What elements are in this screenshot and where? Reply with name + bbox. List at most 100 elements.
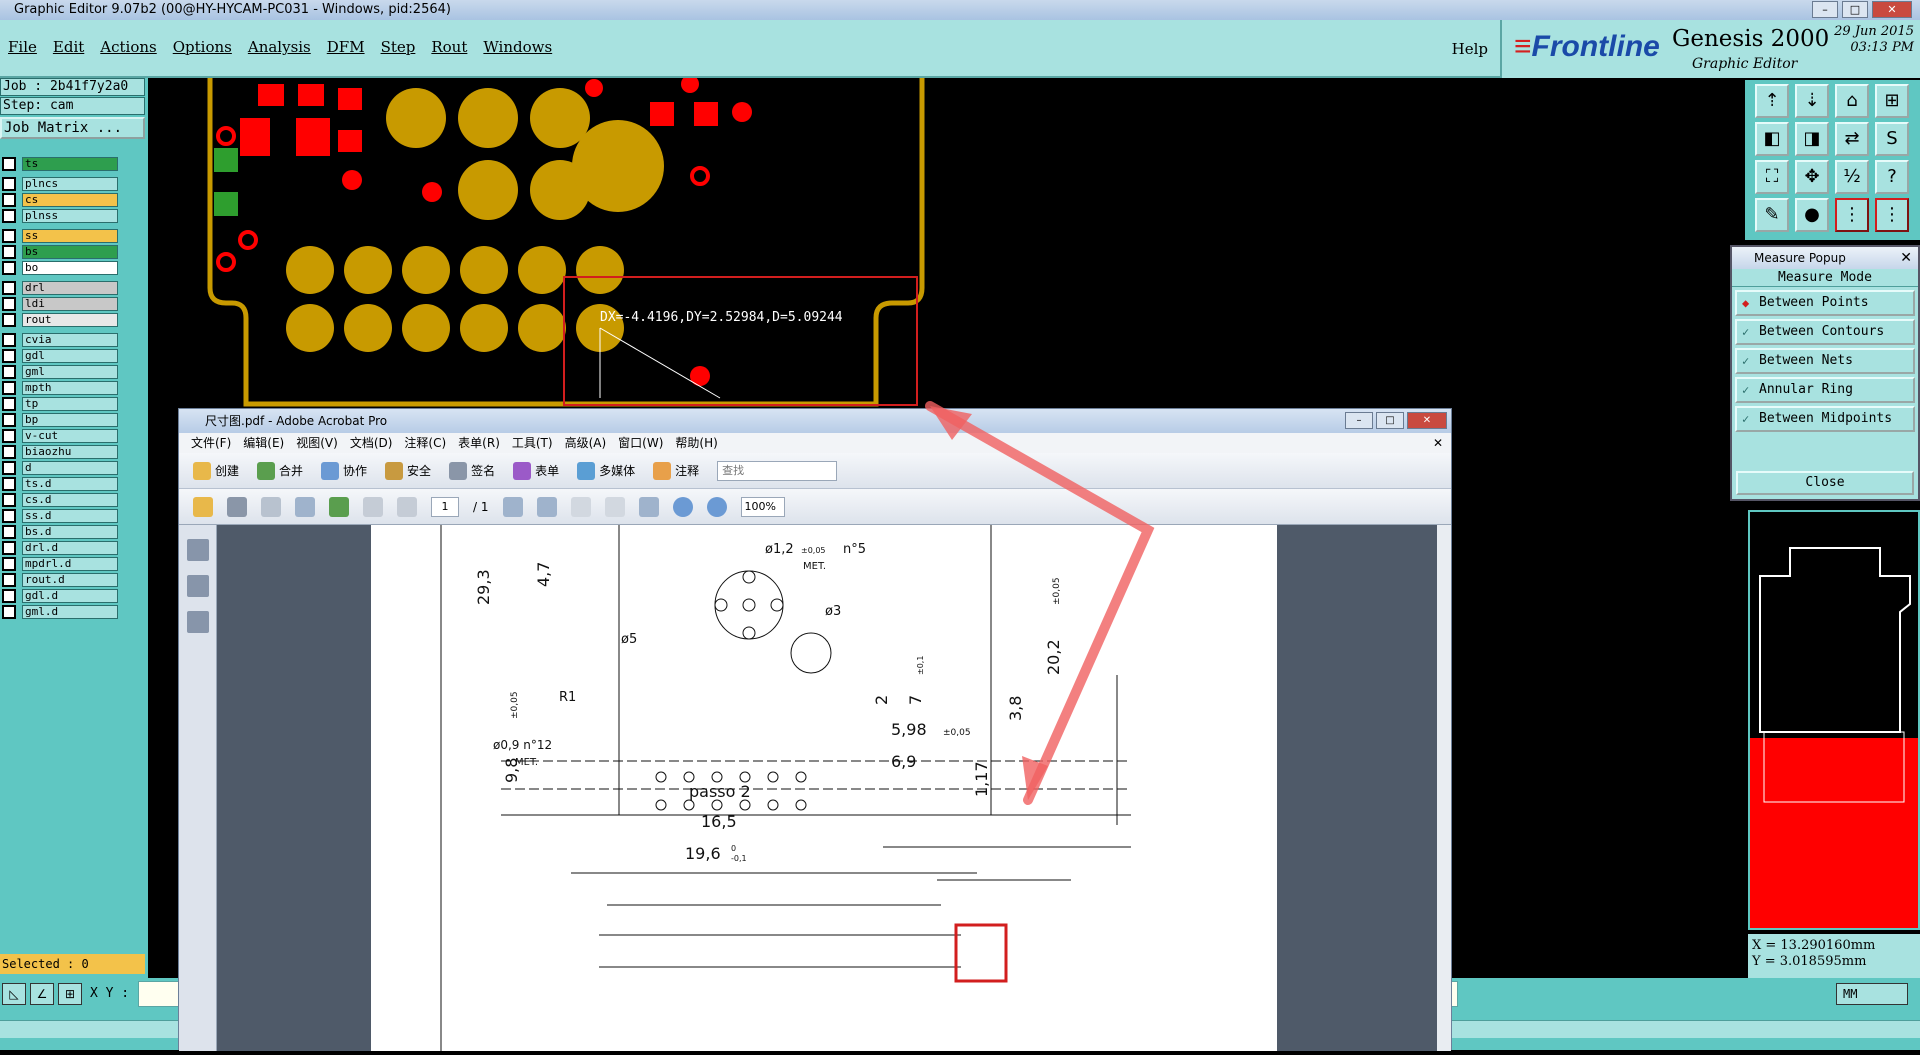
layer-name[interactable]: biaozhu	[22, 445, 118, 459]
layer-row-bs-d[interactable]: bs.d	[0, 524, 118, 540]
vertical-scrollbar[interactable]	[1437, 525, 1451, 1051]
acrobat-menu-item[interactable]: 文档(D)	[350, 433, 393, 453]
layer-row-mpdrl-d[interactable]: mpdrl.d	[0, 556, 118, 572]
tool-pin-icon[interactable]: ●	[1795, 198, 1829, 232]
tool-home-icon[interactable]: ⌂	[1835, 84, 1869, 118]
acrobat-tool-button[interactable]: 合并	[257, 461, 303, 480]
acrobat-tool-button[interactable]: 表单	[513, 461, 559, 480]
menu-file[interactable]: File	[8, 38, 37, 56]
page-number-input[interactable]: 1	[431, 496, 459, 517]
prev-page-icon[interactable]	[363, 496, 383, 517]
tool-center-icon[interactable]: ✥	[1795, 160, 1829, 194]
tool-net2-icon[interactable]: ⋮	[1875, 198, 1909, 232]
layer-checkbox[interactable]	[2, 157, 16, 171]
email-icon[interactable]	[295, 496, 315, 517]
layer-name[interactable]: d	[22, 461, 118, 475]
layer-row-gdl[interactable]: gdl	[0, 348, 118, 364]
layer-checkbox[interactable]	[2, 445, 16, 459]
acrobat-menu-item[interactable]: 注释(C)	[404, 433, 446, 453]
tool-scale-icon[interactable]: ½	[1835, 160, 1869, 194]
layer-checkbox[interactable]	[2, 573, 16, 587]
save-icon[interactable]	[261, 496, 281, 517]
angle-icon[interactable]: ∠	[30, 983, 54, 1005]
acrobat-tool-button[interactable]: 注释	[653, 461, 699, 480]
layer-name[interactable]: gdl.d	[22, 589, 118, 603]
tool-right-icon[interactable]: ◨	[1795, 122, 1829, 156]
job-matrix-button[interactable]: Job Matrix ...	[0, 117, 145, 139]
next-page-icon[interactable]	[397, 496, 417, 517]
zoom-in-icon[interactable]	[706, 496, 727, 517]
layer-row-cvia[interactable]: cvia	[0, 332, 118, 348]
maximize-button[interactable]: □	[1842, 1, 1868, 18]
tool-help-icon[interactable]: ?	[1875, 160, 1909, 194]
acrobat-menu-item[interactable]: 帮助(H)	[675, 433, 717, 453]
layer-checkbox[interactable]	[2, 365, 16, 379]
layer-checkbox[interactable]	[2, 461, 16, 475]
grid-icon[interactable]: ⊞	[58, 983, 82, 1005]
layer-checkbox[interactable]	[2, 313, 16, 327]
menu-options[interactable]: Options	[173, 38, 232, 56]
layer-row-rout-d[interactable]: rout.d	[0, 572, 118, 588]
menu-analysis[interactable]: Analysis	[248, 38, 311, 56]
acrobat-tool-button[interactable]: 协作	[321, 461, 367, 480]
acro-close-button[interactable]: ✕	[1407, 412, 1447, 429]
layer-row-plncs[interactable]: plncs	[0, 176, 118, 192]
layer-name[interactable]: plnss	[22, 209, 118, 223]
layer-row-biaozhu[interactable]: biaozhu	[0, 444, 118, 460]
measure-close-button[interactable]: Close	[1736, 471, 1914, 495]
layer-checkbox[interactable]	[2, 209, 16, 223]
layer-name[interactable]: gdl	[22, 349, 118, 363]
layer-row-bp[interactable]: bp	[0, 412, 118, 428]
page-view-icon[interactable]	[502, 496, 523, 517]
tool-s-icon[interactable]: S	[1875, 122, 1909, 156]
layer-name[interactable]: ss.d	[22, 509, 118, 523]
layer-name[interactable]: ldi	[22, 297, 118, 311]
layer-name[interactable]: tp	[22, 397, 118, 411]
measure-option-annular-ring[interactable]: ✓ Annular Ring	[1735, 377, 1915, 403]
layer-checkbox[interactable]	[2, 177, 16, 191]
layer-name[interactable]: gml	[22, 365, 118, 379]
layer-row-v-cut[interactable]: v-cut	[0, 428, 118, 444]
snap-icon[interactable]: ◺	[2, 983, 26, 1005]
close-button[interactable]: ✕	[1872, 1, 1912, 18]
pages-icon[interactable]	[187, 539, 209, 561]
layer-checkbox[interactable]	[2, 509, 16, 523]
menu-step[interactable]: Step	[381, 38, 416, 56]
layer-name[interactable]: bp	[22, 413, 118, 427]
layer-checkbox[interactable]	[2, 261, 16, 275]
minimap[interactable]	[1748, 510, 1920, 930]
layer-row-ldi[interactable]: ldi	[0, 296, 118, 312]
find-input[interactable]: 查找	[717, 460, 838, 481]
menu-rout[interactable]: Rout	[431, 38, 467, 56]
layer-checkbox[interactable]	[2, 589, 16, 603]
layer-row-bo[interactable]: bo	[0, 260, 118, 276]
layer-checkbox[interactable]	[2, 281, 16, 295]
layer-name[interactable]: ts	[22, 157, 118, 171]
popup-close-icon[interactable]: ✕	[1900, 247, 1912, 269]
layer-name[interactable]: bs	[22, 245, 118, 259]
layer-row-mpth[interactable]: mpth	[0, 380, 118, 396]
layer-row-plnss[interactable]: plnss	[0, 208, 118, 224]
zoom-tool-icon[interactable]	[638, 496, 659, 517]
layer-row-gml[interactable]: gml	[0, 364, 118, 380]
layer-checkbox[interactable]	[2, 605, 16, 619]
layer-name[interactable]: bo	[22, 261, 118, 275]
zoom-input[interactable]: 100%	[740, 496, 785, 517]
layer-checkbox[interactable]	[2, 245, 16, 259]
select-text-icon[interactable]	[570, 496, 591, 517]
acro-min-button[interactable]: –	[1345, 412, 1373, 429]
layer-name[interactable]: cs	[22, 193, 118, 207]
layer-name[interactable]: rout.d	[22, 573, 118, 587]
minimize-button[interactable]: –	[1812, 1, 1838, 18]
measure-option-between-contours[interactable]: ✓ Between Contours	[1735, 319, 1915, 345]
fit-page-icon[interactable]	[536, 496, 557, 517]
acrobat-menu-item[interactable]: 表单(R)	[458, 433, 500, 453]
layer-checkbox[interactable]	[2, 429, 16, 443]
tool-move-icon[interactable]: ⇡	[1755, 84, 1789, 118]
tool-net-icon[interactable]: ⋮	[1835, 198, 1869, 232]
pcb-canvas[interactable]	[148, 78, 1745, 408]
acrobat-menu-item[interactable]: 高级(A)	[565, 433, 607, 453]
unit-selector[interactable]: MM	[1836, 983, 1908, 1005]
layer-checkbox[interactable]	[2, 397, 16, 411]
tool-flip-icon[interactable]: ⇄	[1835, 122, 1869, 156]
